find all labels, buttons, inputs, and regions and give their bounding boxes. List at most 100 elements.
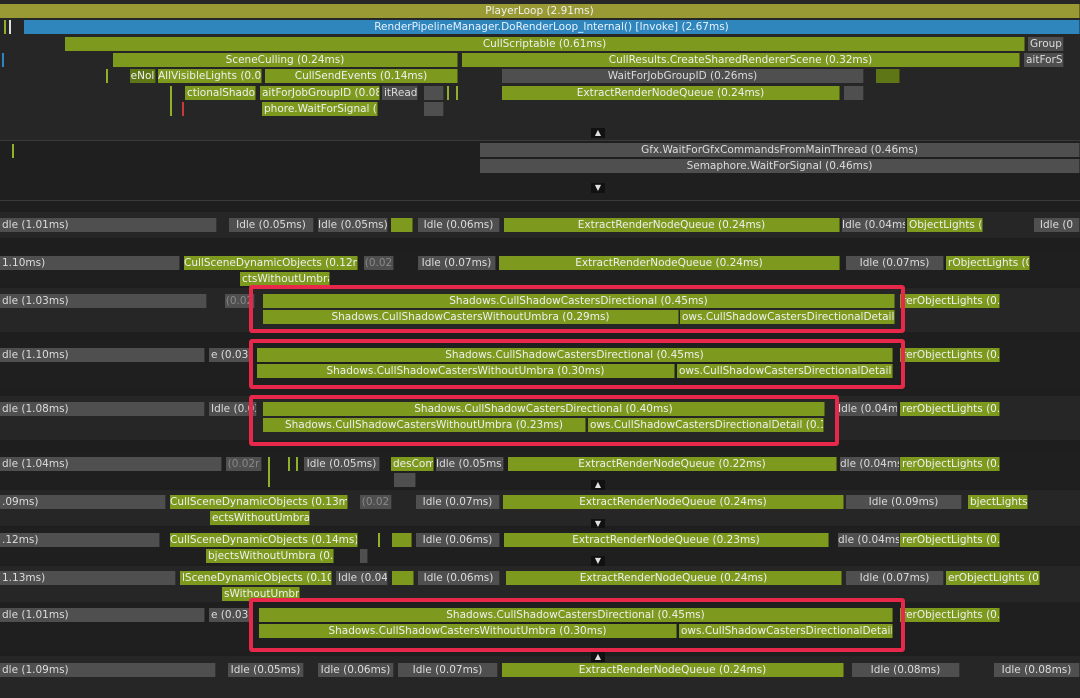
- idle-marker[interactable]: dle (0.04ms: [838, 533, 900, 547]
- group-marker[interactable]: GroupI: [1028, 37, 1064, 51]
- cull-scene-dynamic-objects-marker[interactable]: lSceneDynamicObjects (0.10r: [180, 571, 332, 585]
- idle-marker[interactable]: Idle (0.09ms): [846, 495, 962, 509]
- idle-marker[interactable]: (0.02r: [226, 457, 262, 471]
- collapse-render-thread-button[interactable]: ▼: [591, 183, 605, 193]
- idle-marker[interactable]: Idle (0.05ms): [228, 663, 304, 677]
- idle-marker[interactable]: Idle (0.04m: [336, 571, 388, 585]
- idle-marker[interactable]: dle (0.04ms: [840, 457, 900, 471]
- idle-marker[interactable]: Idle (0.08ms): [852, 663, 960, 677]
- object-lights-marker[interactable]: rObjectLights (0.: [946, 256, 1030, 270]
- idle-marker[interactable]: 1.10ms): [0, 256, 180, 270]
- semaphore-small-marker[interactable]: phore.WaitForSignal (0.:: [262, 102, 378, 116]
- object-lights-marker[interactable]: ObjectLights (0: [907, 218, 983, 232]
- cull-scriptable-marker[interactable]: CullScriptable (0.61ms): [65, 37, 1025, 51]
- idle-marker[interactable]: dle (1.01ms): [0, 608, 205, 622]
- marker-small[interactable]: [424, 86, 444, 100]
- marker-tick: [12, 144, 14, 158]
- idle-marker[interactable]: Idle (0.06ms): [418, 218, 500, 232]
- idle-marker[interactable]: Idle (0.05ms): [229, 218, 314, 232]
- idle-marker[interactable]: Idle (0.07ms): [416, 495, 500, 509]
- marker-small[interactable]: [424, 102, 444, 116]
- wait-marker[interactable]: aitForS: [1024, 53, 1064, 67]
- marker-small[interactable]: [844, 86, 864, 100]
- idle-marker[interactable]: Idle (0.07ms): [398, 663, 498, 677]
- marker-small[interactable]: [391, 218, 413, 232]
- idle-marker[interactable]: (0.02: [360, 495, 392, 509]
- idle-marker[interactable]: dle (1.01ms): [0, 218, 217, 232]
- extract-render-node-queue-marker[interactable]: ExtractRenderNodeQueue (0.24ms): [499, 256, 840, 270]
- idle-marker[interactable]: e (0.03r: [209, 348, 253, 362]
- marker-small[interactable]: [394, 473, 416, 487]
- wait-job-group-marker[interactable]: WaitForJobGroupID (0.26ms): [502, 69, 864, 83]
- idle-marker[interactable]: (0.02: [364, 256, 394, 270]
- wait-job-group-small-marker[interactable]: aitForJobGroupID (0.08n: [260, 86, 380, 100]
- cull-send-events-marker[interactable]: CullSendEvents (0.14ms): [265, 69, 458, 83]
- without-umbra-marker[interactable]: ctsWithoutUmbra: [240, 272, 330, 286]
- idle-marker[interactable]: dle (1.09ms): [0, 663, 216, 677]
- idle-marker[interactable]: Idle (0.05ms): [318, 218, 388, 232]
- separator: [0, 200, 1080, 201]
- directional-shadow-marker[interactable]: ctionalShadow: [185, 86, 256, 100]
- expand-main-thread-button[interactable]: ▲: [591, 128, 605, 138]
- idle-marker[interactable]: Idle (0.07ms): [418, 256, 496, 270]
- nol-marker[interactable]: eNol: [130, 69, 156, 83]
- extract-render-node-queue-marker[interactable]: ExtractRenderNodeQueue (0.24ms): [502, 86, 840, 100]
- idle-marker[interactable]: Idle (0.06ms): [418, 571, 500, 585]
- object-lights-marker[interactable]: rerObjectLights (0.0: [900, 533, 1000, 547]
- semaphore-wait-marker[interactable]: Semaphore.WaitForSignal (0.46ms): [480, 159, 1080, 173]
- object-lights-marker[interactable]: bjectLights: [968, 495, 1028, 509]
- without-umbra-marker[interactable]: bjectsWithoutUmbra (0.0: [206, 549, 334, 563]
- render-loop-marker[interactable]: RenderPipelineManager.DoRenderLoop_Inter…: [24, 20, 1080, 34]
- without-umbra-marker[interactable]: ectsWithoutUmbra ((: [210, 511, 310, 525]
- marker-small[interactable]: [392, 571, 414, 585]
- cull-scene-dynamic-objects-marker[interactable]: CullSceneDynamicObjects (0.14ms): [170, 533, 358, 547]
- idle-marker[interactable]: Idle (0.05ms): [304, 457, 380, 471]
- idle-marker[interactable]: Idle (0.07ms): [846, 571, 944, 585]
- extract-render-node-queue-marker[interactable]: ExtractRenderNodeQueue (0.24ms): [502, 663, 844, 677]
- expand-row-button[interactable]: ▲: [591, 480, 605, 490]
- marker-tick: [288, 457, 290, 471]
- idle-marker[interactable]: 1.13ms): [0, 571, 176, 585]
- player-loop-marker[interactable]: PlayerLoop (2.91ms): [0, 4, 1080, 18]
- idle-marker[interactable]: .12ms): [0, 533, 160, 547]
- all-visible-lights-marker[interactable]: AllVisibleLights (0.07r: [158, 69, 262, 83]
- object-lights-marker[interactable]: rerObjectLights (0.0: [900, 294, 1000, 308]
- cull-results-marker[interactable]: CullResults.CreateSharedRendererScene (0…: [462, 53, 1020, 67]
- idle-marker[interactable]: dle (1.08ms): [0, 402, 205, 416]
- object-lights-marker[interactable]: rerObjectLights (0.0: [900, 457, 1000, 471]
- idle-marker[interactable]: Idle (0.06ms): [318, 663, 394, 677]
- cull-scene-dynamic-objects-marker[interactable]: CullSceneDynamicObjects (0.12ms): [184, 256, 358, 270]
- idle-marker[interactable]: dle (1.03ms): [0, 294, 207, 308]
- extract-render-node-queue-marker[interactable]: ExtractRenderNodeQueue (0.24ms): [503, 495, 844, 509]
- object-lights-marker[interactable]: rerObjectLights (0.0: [900, 402, 1000, 416]
- idle-marker[interactable]: dle (1.10ms): [0, 348, 205, 362]
- marker-small[interactable]: [360, 549, 368, 563]
- cull-scene-dynamic-objects-marker[interactable]: CullSceneDynamicObjects (0.13ms): [170, 495, 348, 509]
- expand-row-button[interactable]: ▲: [591, 652, 605, 662]
- idle-marker[interactable]: Idle (0.08ms): [994, 663, 1080, 677]
- extract-render-node-queue-marker[interactable]: ExtractRenderNodeQueue (0.23ms): [504, 533, 829, 547]
- idle-marker[interactable]: Idle (0.05ms): [436, 457, 504, 471]
- idle-marker[interactable]: Idle (0.04ms): [838, 402, 898, 416]
- extract-render-node-queue-marker[interactable]: ExtractRenderNodeQueue (0.24ms): [504, 218, 840, 232]
- extract-render-node-queue-marker[interactable]: ExtractRenderNodeQueue (0.24ms): [506, 571, 842, 585]
- object-lights-marker[interactable]: erObjectLights (0.(: [946, 571, 1040, 585]
- idle-marker[interactable]: Idle (0.07ms): [846, 256, 944, 270]
- object-lights-marker[interactable]: rerObjectLights (0.0: [900, 608, 1000, 622]
- idle-marker[interactable]: Idle (0.04ms): [842, 218, 906, 232]
- marker-tick: [268, 457, 270, 487]
- job-ready-marker[interactable]: itReady: [382, 86, 418, 100]
- marker-small[interactable]: [876, 69, 900, 83]
- idle-marker[interactable]: dle (1.04ms): [0, 457, 222, 471]
- idle-marker[interactable]: e (0.03r: [209, 608, 253, 622]
- idle-marker[interactable]: .09ms): [0, 495, 166, 509]
- marker-small[interactable]: [392, 533, 412, 547]
- scene-culling-marker[interactable]: SceneCulling (0.24ms): [113, 53, 458, 67]
- idle-marker[interactable]: Idle (0.06ms): [416, 533, 500, 547]
- collapse-row-button[interactable]: ▼: [591, 556, 605, 566]
- idle-marker[interactable]: Idle (0: [1034, 218, 1080, 232]
- extract-render-node-queue-marker[interactable]: ExtractRenderNodeQueue (0.22ms): [508, 457, 837, 471]
- marker-small[interactable]: desCom: [391, 457, 434, 471]
- object-lights-marker[interactable]: rerObjectLights (0.0: [900, 348, 1000, 362]
- gfx-wait-marker[interactable]: Gfx.WaitForGfxCommandsFromMainThread (0.…: [480, 143, 1080, 157]
